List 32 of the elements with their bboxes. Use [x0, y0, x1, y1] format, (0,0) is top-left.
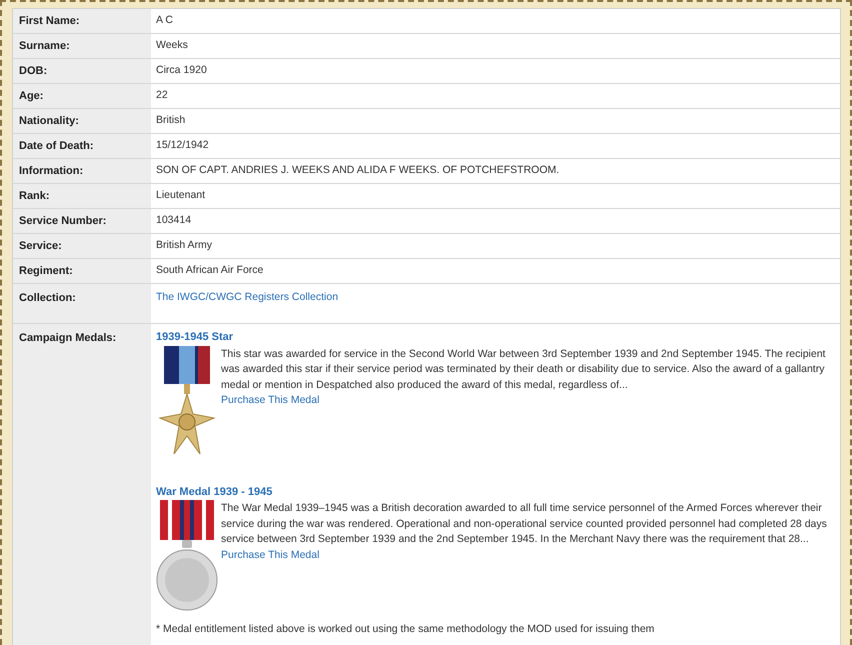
field-label: Rank: — [13, 184, 151, 208]
field-value: 22 — [156, 88, 168, 104]
field-label: DOB: — [13, 59, 151, 83]
purchase-link[interactable]: Purchase This Medal — [221, 548, 320, 560]
field-label: Collection: — [13, 284, 151, 323]
field-label: Service Number: — [13, 209, 151, 233]
field-value: South African Air Force — [156, 263, 264, 278]
medal-description: This star was awarded for service in the Second World War between 3rd September 1939 and 2nd September 1945. The recipient was awarded this star if their service period was terminated by their death or disability due to service. Also the award of a gallantry medal or mention in Despatched also produced the award of this medal, regardless of... — [221, 346, 826, 392]
collection-link[interactable]: The IWGC/CWGC Registers Collection — [156, 291, 338, 303]
purchase-link[interactable]: Purchase This Medal — [221, 394, 320, 406]
medal-description: The War Medal 1939–1945 was a British decoration awarded to all full time service personnel of the Armed Forces wherever their service during the war was rendered. Operational and non-operational service counted provided personnel had completed 28 days service between 3rd September 1939 and the 2nd September 1945. In the Merchant Navy there was the requirement that 28... — [221, 501, 828, 547]
field-label: Nationality: — [13, 109, 151, 133]
field-value: British Army — [156, 238, 212, 254]
field-label: Age: — [13, 84, 151, 108]
field-label: Campaign Medals: — [13, 324, 151, 645]
field-value: Circa 1920 — [156, 63, 207, 78]
field-label: First Name: — [13, 9, 151, 33]
field-value: 15/12/1942 — [156, 138, 209, 154]
field-value: SON OF CAPT. ANDRIES J. WEEKS AND ALIDA F WEEKS. OF POTCHEFSTROOM. — [156, 163, 560, 178]
field-label: Service: — [13, 234, 151, 258]
field-label: Information: — [13, 159, 151, 183]
field-label: Surname: — [13, 34, 151, 58]
field-label: Regiment: — [13, 259, 151, 283]
medal-title: 1939-1945 Star — [156, 330, 234, 345]
field-value: A C — [156, 13, 173, 28]
field-value: British — [156, 113, 186, 128]
field-value: Weeks — [156, 38, 188, 54]
field-value: 103414 — [156, 213, 192, 228]
field-label: Date of Death: — [13, 134, 151, 158]
medal-title: War Medal 1939 - 1945 — [156, 484, 274, 500]
footnote: * Medal entitlement listed above is worked out using the same methodology the MOD used for issuing them — [156, 622, 656, 637]
field-value: Lieutenant — [156, 188, 206, 204]
